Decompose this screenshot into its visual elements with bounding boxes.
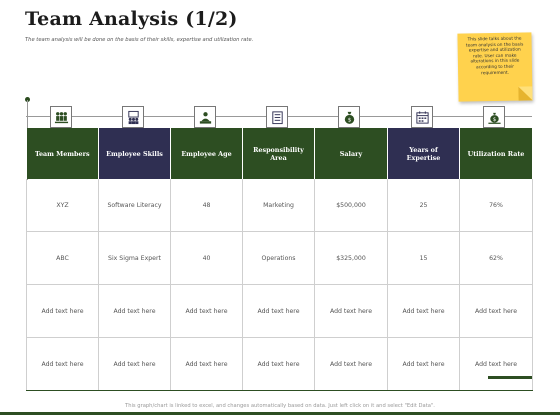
table-cell: 40	[170, 231, 243, 285]
table-cell: Add text here	[170, 337, 243, 391]
table-cell: Marketing	[242, 179, 315, 232]
table-row: Add text here Add text here Add text her…	[26, 337, 533, 391]
table-cell: Add text here	[314, 337, 388, 391]
table-cell: Add text here	[242, 337, 315, 391]
sticky-note: This slide talks about the team analysis…	[457, 32, 533, 102]
sticky-note-fold	[518, 86, 533, 101]
table-cell: 76%	[459, 179, 533, 232]
table-row: Add text here Add text here Add text her…	[26, 284, 533, 338]
footer-note: This graph/chart is linked to excel, and…	[125, 403, 435, 409]
table-cell: Software Literacy	[98, 179, 171, 232]
table-cell: XYZ	[26, 179, 99, 232]
calendar-icon	[411, 106, 433, 128]
table-cell: Add text here	[170, 284, 243, 338]
table-cell: Add text here	[459, 284, 533, 338]
table-row: XYZ Software Literacy 48 Marketing $500,…	[26, 179, 533, 232]
table-cell: 15	[387, 231, 460, 285]
money-bag-icon: $	[338, 106, 360, 128]
table-cell: Add text here	[242, 284, 315, 338]
header-team-members: Team Members	[26, 128, 99, 179]
table-row: ABC Six Sigma Expert 40 Operations $325,…	[26, 231, 533, 285]
sticky-note-text: This slide talks about the team analysis…	[465, 36, 524, 76]
table-cell: 48	[170, 179, 243, 232]
team-icon	[50, 106, 72, 128]
table-cell: Add text here	[98, 337, 171, 391]
header-employee-age: Employee Age	[170, 128, 243, 179]
team-analysis-table: Team Members Employee Skills Employee Ag…	[26, 128, 533, 391]
header-years-of-expertise: Years of Expertise	[387, 128, 460, 179]
checklist-icon	[266, 106, 288, 128]
table-cell: Operations	[242, 231, 315, 285]
table-cell: Add text here	[26, 337, 99, 391]
page-title: Team Analysis (1/2)	[25, 8, 238, 30]
table-cell: Six Sigma Expert	[98, 231, 171, 285]
table-cell: 25	[387, 179, 460, 232]
page-subtitle: The team analysis will be done on the ba…	[25, 37, 254, 43]
table-cell: $325,000	[314, 231, 388, 285]
svg-text:$: $	[492, 116, 495, 122]
table-cell: Add text here	[459, 337, 533, 391]
footer-bar	[0, 412, 560, 415]
training-icon	[122, 106, 144, 128]
table-cell: Add text here	[314, 284, 388, 338]
svg-text:$: $	[347, 117, 351, 123]
table-header-row: Team Members Employee Skills Employee Ag…	[26, 128, 533, 179]
table-bottom-accent	[488, 376, 532, 379]
header-responsibility-area: Responsibility Area	[242, 128, 315, 179]
header-salary: Salary	[314, 128, 388, 179]
table-cell: Add text here	[387, 337, 460, 391]
header-employee-skills: Employee Skills	[98, 128, 171, 179]
money-growth-icon: $	[483, 106, 505, 128]
table-cell: Add text here	[387, 284, 460, 338]
table-cell: Add text here	[98, 284, 171, 338]
table-cell: $500,000	[314, 179, 388, 232]
icon-row: $ $	[26, 104, 532, 128]
table-cell: Add text here	[26, 284, 99, 338]
table-cell: ABC	[26, 231, 99, 285]
header-utilization-rate: Utilization Rate	[459, 128, 533, 179]
table-cell: 62%	[459, 231, 533, 285]
worker-icon	[194, 106, 216, 128]
